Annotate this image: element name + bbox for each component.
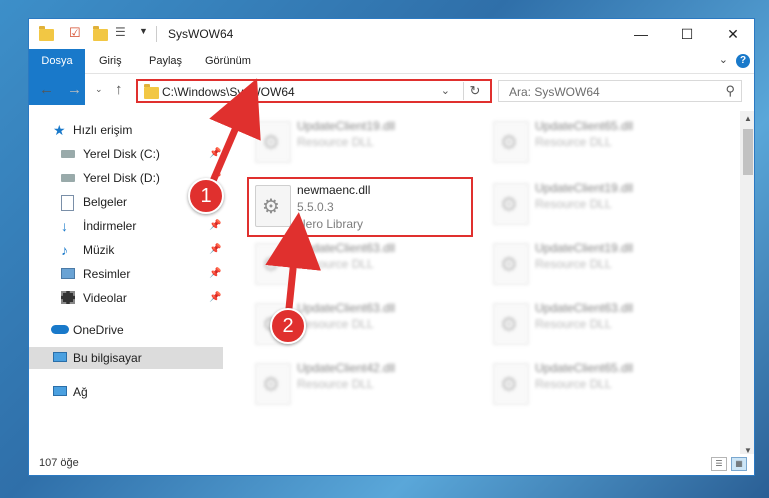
arrow-to-file [265,212,321,319]
step-badge-2: 2 [270,308,306,344]
step-badge-1: 1 [188,178,224,214]
annotation-arrows [206,78,321,319]
arrow-to-address-bar [206,78,261,190]
